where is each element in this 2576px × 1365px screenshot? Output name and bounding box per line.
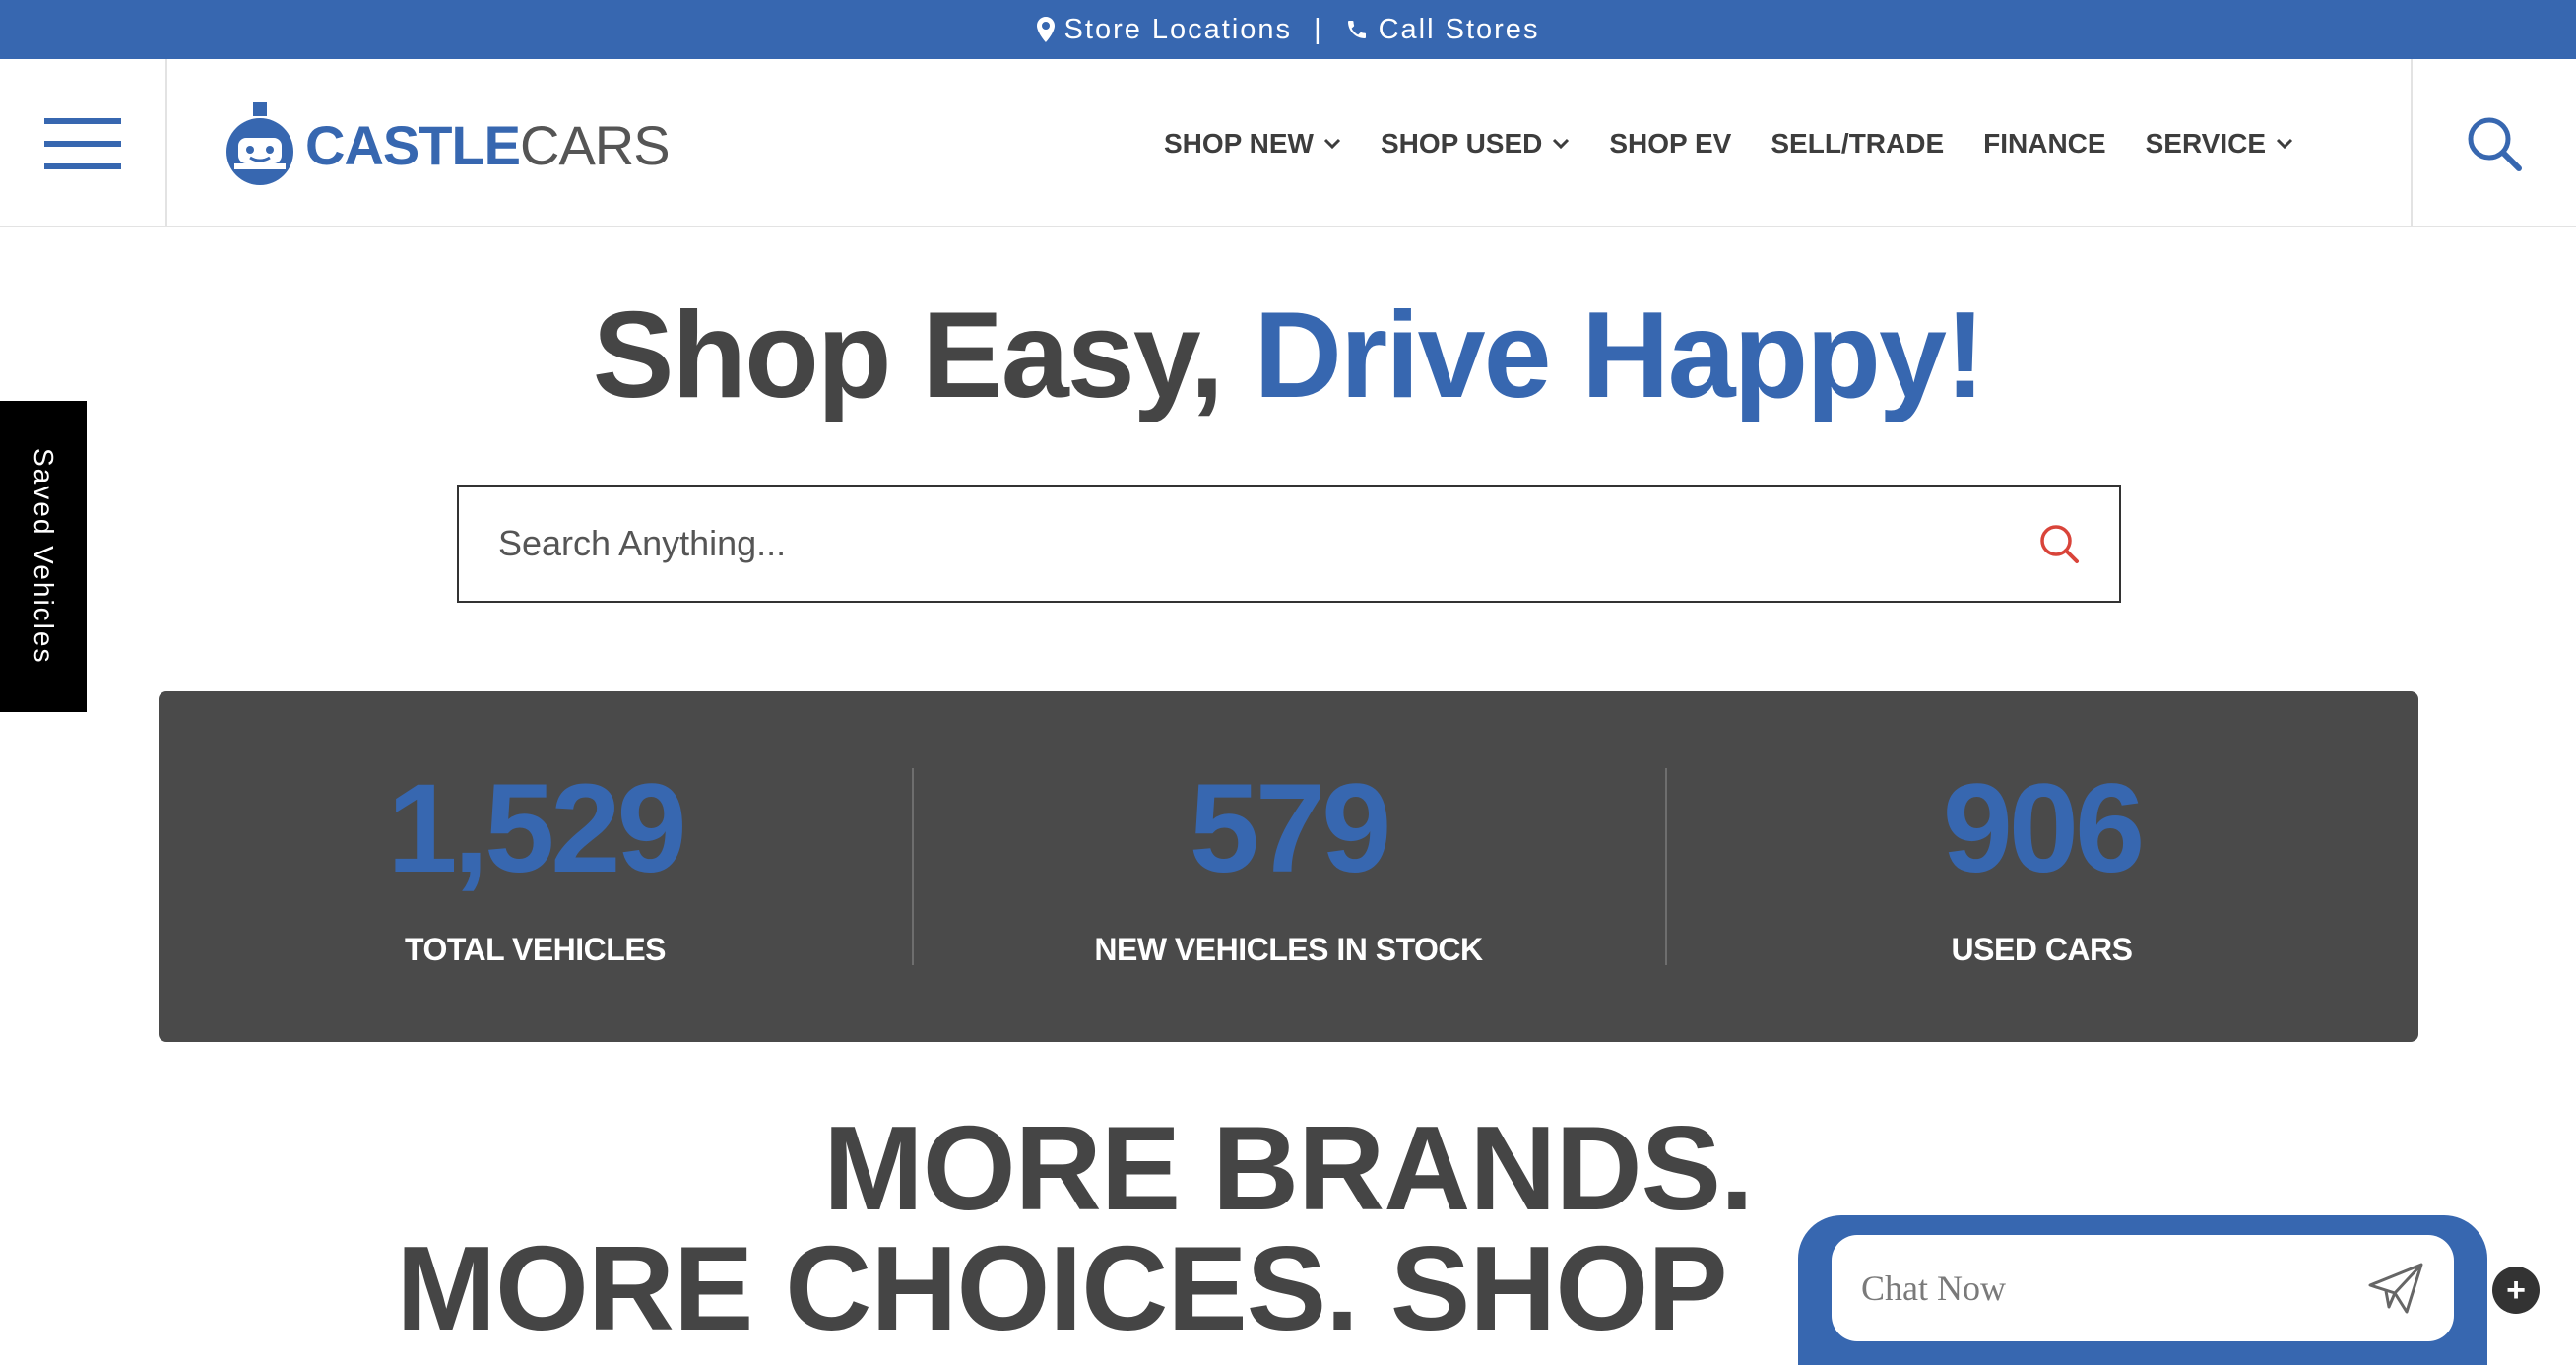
- phone-icon: [1347, 21, 1366, 38]
- chevron-down-icon: [1553, 138, 1570, 149]
- chat-expand-button[interactable]: +: [2492, 1267, 2540, 1314]
- search-icon: [2468, 117, 2522, 171]
- hamburger-icon: [44, 117, 121, 169]
- chat-input[interactable]: [1861, 1268, 2367, 1309]
- hero-title: Shop Easy, Drive Happy!: [0, 286, 2576, 425]
- main-nav: SHOP NEW SHOP USED SHOP EV SELL/TRADE FI…: [1164, 59, 2293, 228]
- stat-total-vehicles[interactable]: 1,529 TOTAL VEHICLES: [159, 691, 912, 1042]
- nav-shop-new[interactable]: SHOP NEW: [1164, 128, 1341, 160]
- map-pin-icon: [1036, 17, 1055, 42]
- nav-shop-ev-label: SHOP EV: [1609, 127, 1732, 159]
- call-stores-link[interactable]: Call Stores: [1345, 14, 1540, 46]
- store-locations-link[interactable]: Store Locations: [1036, 13, 1293, 46]
- chat-widget: [1798, 1215, 2487, 1365]
- store-locations-label: Store Locations: [1063, 13, 1293, 45]
- stat-value: 1,529: [387, 757, 686, 899]
- chevron-down-icon: [1323, 138, 1341, 149]
- hero-title-part1: Shop Easy,: [592, 288, 1255, 423]
- nav-shop-ev[interactable]: SHOP EV: [1609, 128, 1731, 160]
- nav-shop-used-label: SHOP USED: [1380, 127, 1543, 159]
- search-icon[interactable]: [2038, 523, 2080, 564]
- send-icon[interactable]: [2367, 1262, 2424, 1315]
- logo-cars-text: CARS: [520, 113, 671, 176]
- stat-new-vehicles[interactable]: 579 NEW VEHICLES IN STOCK: [912, 691, 1665, 1042]
- stat-label: TOTAL VEHICLES: [404, 931, 667, 967]
- chevron-down-icon: [2276, 138, 2293, 149]
- nav-service-label: SERVICE: [2145, 127, 2267, 159]
- header-search-button[interactable]: [2411, 59, 2576, 228]
- stat-value: 906: [1942, 757, 2146, 899]
- topbar-separator: |: [1314, 13, 1323, 45]
- hero-title-part2: Drive Happy!: [1254, 288, 1985, 423]
- nav-service[interactable]: SERVICE: [2146, 128, 2293, 160]
- site-header: CASTLECARS SHOP NEW SHOP USED SHOP EV SE…: [0, 59, 2576, 228]
- nav-sell-trade[interactable]: SELL/TRADE: [1771, 128, 1944, 160]
- nav-finance[interactable]: FINANCE: [1983, 128, 2105, 160]
- hero-search-input[interactable]: [498, 523, 2038, 564]
- stat-used-cars[interactable]: 906 USED CARS: [1665, 691, 2418, 1042]
- logo-castle-text: CASTLE: [305, 113, 521, 176]
- inventory-stats-panel: 1,529 TOTAL VEHICLES 579 NEW VEHICLES IN…: [159, 691, 2418, 1042]
- site-logo[interactable]: CASTLECARS: [223, 100, 671, 189]
- hero-search-bar: [457, 485, 2121, 603]
- menu-button[interactable]: [0, 59, 167, 228]
- top-bar: Store Locations | Call Stores: [0, 0, 2576, 59]
- nav-sell-trade-label: SELL/TRADE: [1771, 127, 1945, 159]
- stat-value: 579: [1189, 757, 1392, 899]
- nav-shop-used[interactable]: SHOP USED: [1381, 128, 1570, 160]
- saved-vehicles-tab[interactable]: Saved Vehicles: [0, 401, 87, 712]
- castle-car-logo-icon: [226, 102, 293, 185]
- plus-icon: +: [2506, 1271, 2526, 1309]
- call-stores-label: Call Stores: [1378, 13, 1540, 45]
- logo-wordmark: CASTLECARS: [305, 113, 671, 177]
- nav-finance-label: FINANCE: [1983, 127, 2106, 159]
- saved-vehicles-label: Saved Vehicles: [29, 448, 59, 665]
- stat-label: USED CARS: [1951, 931, 2133, 967]
- chat-input-box: [1832, 1235, 2454, 1341]
- nav-shop-new-label: SHOP NEW: [1164, 127, 1314, 159]
- brands-heading-line1: MORE BRANDS.: [823, 1101, 1754, 1235]
- stat-label: NEW VEHICLES IN STOCK: [1094, 931, 1483, 967]
